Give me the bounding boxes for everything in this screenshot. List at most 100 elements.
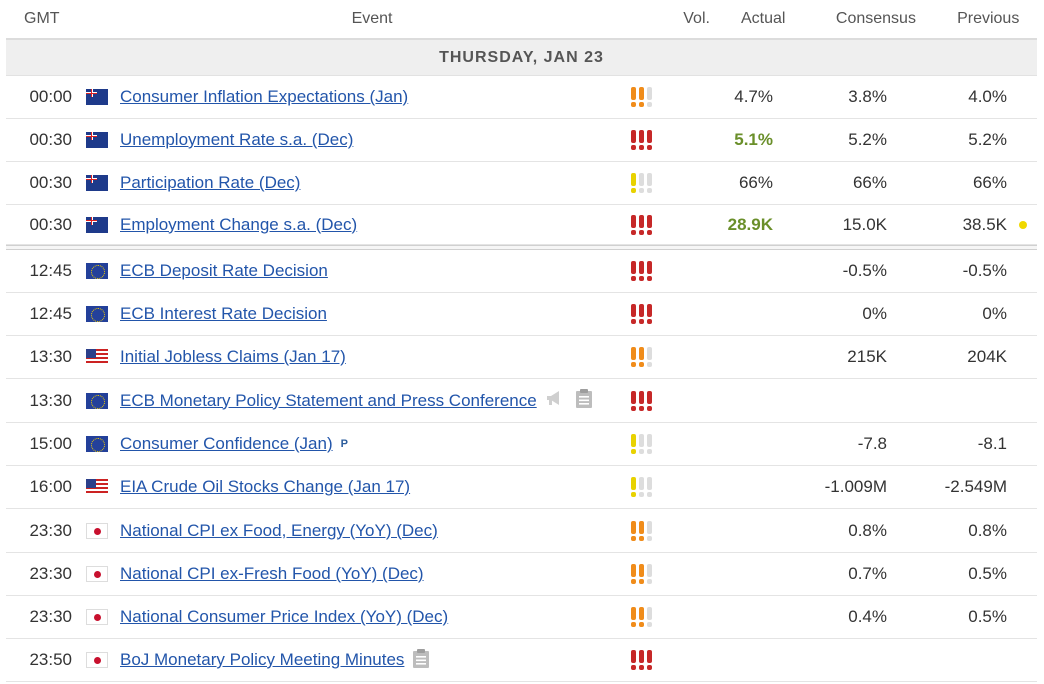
event-row[interactable]: 00:00 Consumer Inflation Expectations (Ja… [6, 76, 1037, 119]
volatility-mark-icon [647, 87, 652, 107]
volatility-mark-icon [639, 347, 644, 367]
event-row[interactable]: 23:30 National CPI ex Food, Energy (YoY) … [6, 509, 1037, 553]
volatility-mark-icon [631, 87, 636, 107]
event-cell: EIA Crude Oil Stocks Change (Jan 17) [120, 477, 615, 497]
header-gmt[interactable]: GMT [6, 10, 77, 28]
volatility-mark-icon [631, 434, 636, 454]
event-cell: Consumer Confidence (Jan) P [120, 434, 615, 454]
event-attachments [545, 388, 593, 413]
event-link[interactable]: BoJ Monetary Policy Meeting Minutes [120, 650, 404, 670]
volatility-indicator [631, 130, 687, 150]
event-row[interactable]: 13:30 ECB Monetary Policy Statement and P… [6, 379, 1037, 423]
megaphone-icon[interactable] [545, 389, 565, 412]
usa-flag-icon [86, 479, 108, 495]
volatility-mark-icon [647, 607, 652, 627]
volatility-mark-icon [639, 564, 644, 584]
volatility-mark-icon [639, 390, 644, 411]
actual-value: 5.1% [734, 130, 773, 149]
event-link[interactable]: Consumer Confidence (Jan) [120, 434, 333, 454]
event-time: 00:30 [29, 214, 72, 234]
event-link[interactable]: Unemployment Rate s.a. (Dec) [120, 130, 353, 150]
volatility-indicator [631, 607, 687, 627]
event-row[interactable]: 00:30 Employment Change s.a. (Dec) 28.9K 15… [6, 205, 1037, 245]
event-row[interactable]: 23:30 National Consumer Price Index (YoY)… [6, 596, 1037, 639]
japan-flag-icon [86, 652, 108, 668]
event-time: 00:30 [29, 130, 72, 149]
clipboard-icon[interactable] [412, 648, 430, 673]
consensus-value: 0.8% [848, 520, 887, 540]
volatility-mark-icon [639, 650, 644, 670]
event-cell: Unemployment Rate s.a. (Dec) [120, 130, 615, 150]
event-row[interactable]: 16:00 EIA Crude Oil Stocks Change (Jan 17… [6, 466, 1037, 509]
event-link[interactable]: Initial Jobless Claims (Jan 17) [120, 347, 346, 367]
event-time: 23:50 [29, 650, 72, 669]
eu-flag-icon [86, 392, 108, 409]
event-row[interactable]: 00:30 Participation Rate (Dec) 66% 66% 66% [6, 162, 1037, 205]
volatility-mark-icon [647, 304, 652, 324]
event-link[interactable]: National CPI ex Food, Energy (YoY) (Dec) [120, 521, 438, 541]
volatility-indicator [631, 520, 687, 541]
australia-flag-icon [86, 175, 108, 191]
previous-value: 0.5% [968, 564, 1007, 583]
event-link[interactable]: ECB Interest Rate Decision [120, 304, 327, 324]
header-actual[interactable]: Actual [734, 10, 793, 28]
volatility-mark-icon [647, 214, 652, 235]
event-link[interactable]: National Consumer Price Index (YoY) (Dec… [120, 607, 448, 627]
event-time: 12:45 [29, 304, 72, 323]
event-link[interactable]: Participation Rate (Dec) [120, 173, 300, 193]
day-heading: THURSDAY, JAN 23 [6, 40, 1037, 76]
volatility-mark-icon [647, 477, 652, 497]
volatility-indicator [631, 390, 687, 411]
volatility-mark-icon [647, 130, 652, 150]
previous-value: 4.0% [968, 87, 1007, 106]
event-time: 15:00 [29, 434, 72, 453]
header-vol[interactable]: Vol. [667, 10, 726, 28]
event-time: 23:30 [29, 564, 72, 583]
event-cell: ECB Deposit Rate Decision [120, 261, 615, 281]
event-link[interactable]: Consumer Inflation Expectations (Jan) [120, 87, 408, 107]
event-link[interactable]: EIA Crude Oil Stocks Change (Jan 17) [120, 477, 410, 497]
event-link[interactable]: National CPI ex-Fresh Food (YoY) (Dec) [120, 564, 424, 584]
volatility-mark-icon [639, 607, 644, 627]
volatility-indicator [631, 214, 687, 235]
event-row[interactable]: 13:30 Initial Jobless Claims (Jan 17) 215K… [6, 336, 1037, 379]
volatility-indicator [631, 434, 687, 454]
previous-value: 204K [967, 347, 1007, 366]
volatility-indicator [631, 304, 687, 324]
event-time: 00:00 [29, 87, 72, 106]
event-time: 23:30 [29, 607, 72, 626]
previous-value: 0.8% [968, 520, 1007, 540]
event-row[interactable]: 12:45 ECB Interest Rate Decision 0% 0% [6, 293, 1037, 336]
event-link[interactable]: Employment Change s.a. (Dec) [120, 215, 357, 235]
consensus-value: 5.2% [848, 130, 887, 149]
header-previous[interactable]: Previous [939, 10, 1037, 28]
event-attachments [412, 648, 430, 673]
volatility-mark-icon [639, 477, 644, 497]
volatility-indicator [631, 261, 687, 281]
event-cell: Initial Jobless Claims (Jan 17) [120, 347, 615, 367]
event-row[interactable]: 23:30 National CPI ex-Fresh Food (YoY) (D… [6, 553, 1037, 596]
event-cell: Consumer Inflation Expectations (Jan) [120, 87, 615, 107]
japan-flag-icon [86, 522, 108, 539]
consensus-value: 0.7% [848, 564, 887, 583]
previous-value: 0% [982, 304, 1007, 323]
event-row[interactable]: 15:00 Consumer Confidence (Jan) P -7.8 -8.1 [6, 423, 1037, 466]
event-row[interactable]: 12:45 ECB Deposit Rate Decision -0.5% -0.5% [6, 250, 1037, 293]
volatility-mark-icon [639, 520, 644, 541]
volatility-mark-icon [631, 304, 636, 324]
volatility-mark-icon [631, 347, 636, 367]
event-row[interactable]: 00:30 Unemployment Rate s.a. (Dec) 5.1% 5.2… [6, 119, 1037, 162]
header-event[interactable]: Event [77, 10, 668, 28]
event-link[interactable]: ECB Deposit Rate Decision [120, 261, 328, 281]
volatility-mark-icon [631, 520, 636, 541]
volatility-mark-icon [639, 130, 644, 150]
event-row[interactable]: 23:50 BoJ Monetary Policy Meeting Minutes [6, 639, 1037, 682]
previous-value: -0.5% [962, 261, 1007, 280]
event-link[interactable]: ECB Monetary Policy Statement and Press … [120, 391, 537, 411]
event-cell: ECB Monetary Policy Statement and Press … [120, 388, 615, 413]
clipboard-icon[interactable] [575, 388, 593, 413]
volatility-mark-icon [631, 173, 636, 193]
header-consensus[interactable]: Consensus [812, 10, 939, 28]
volatility-mark-icon [647, 173, 652, 193]
australia-flag-icon [86, 132, 108, 148]
